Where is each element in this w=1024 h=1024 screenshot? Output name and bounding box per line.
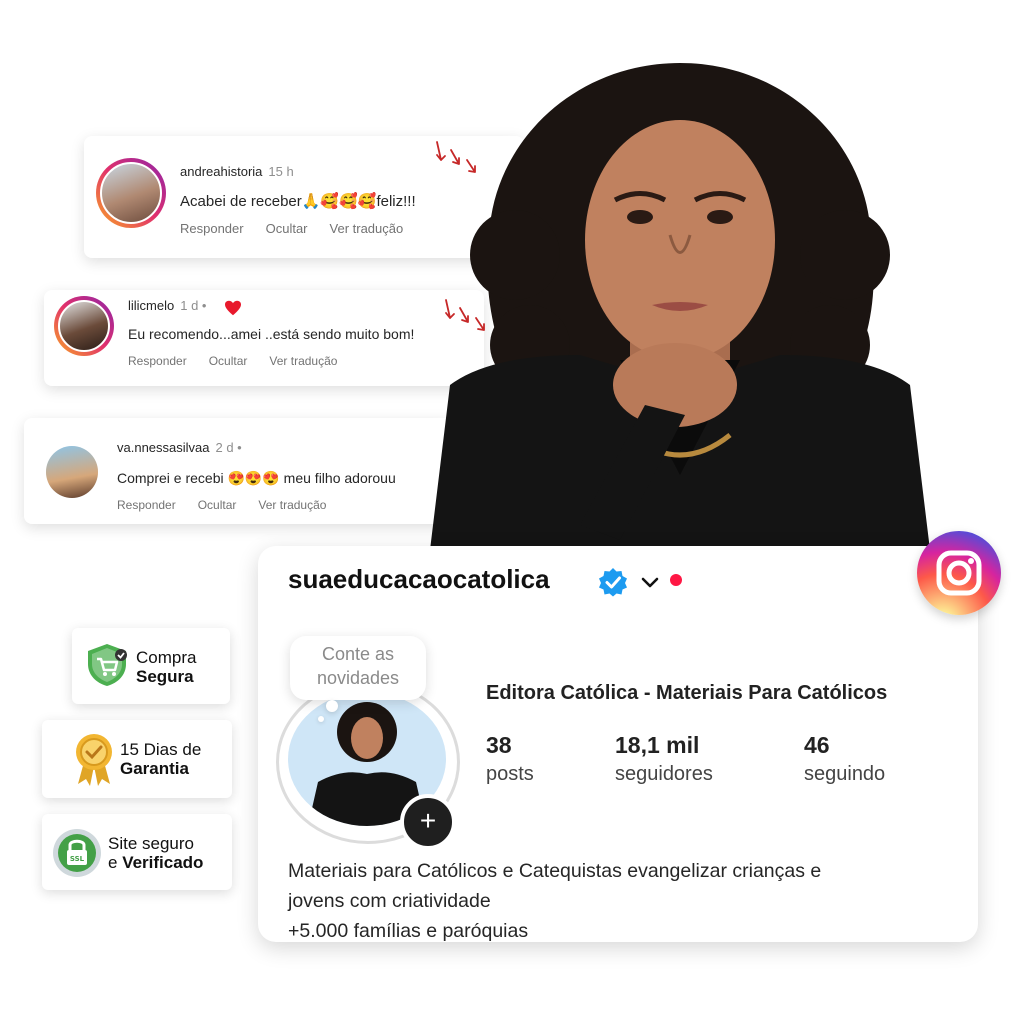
reply-link[interactable]: Responder: [128, 354, 187, 368]
profile-bio: Materiais para Católicos e Catequistas e…: [288, 856, 958, 946]
comment-text: Eu recomendo...amei ..está sendo muito b…: [128, 326, 415, 342]
notification-dot: [670, 574, 682, 586]
ssl-lock-icon: SSL: [53, 829, 101, 877]
stat-following[interactable]: 46 seguindo: [804, 732, 885, 786]
commenter-avatar[interactable]: [96, 158, 166, 228]
comment-time: 1 d •: [180, 298, 207, 313]
bio-line: Materiais para Católicos e Catequistas e…: [288, 860, 822, 882]
stat-followers[interactable]: 18,1 mil seguidores: [615, 732, 713, 786]
commenter-avatar[interactable]: [46, 446, 98, 498]
translate-link[interactable]: Ver tradução: [330, 221, 404, 236]
bubble-tail-dot: [318, 716, 324, 722]
svg-text:SSL: SSL: [70, 855, 85, 863]
badge-compra-segura: Compra Segura: [72, 628, 230, 704]
translate-link[interactable]: Ver tradução: [258, 498, 326, 512]
comment-username[interactable]: andreahistoria: [180, 164, 262, 179]
badge-line1: Compra: [136, 648, 197, 667]
stat-label: posts: [486, 763, 534, 785]
instagram-profile-card: suaeducacaocatolica + Conte as novidades…: [258, 546, 978, 942]
badge-line2: Verificado: [122, 853, 204, 872]
badge-line2-prefix: e: [108, 853, 123, 872]
comment-username[interactable]: lilicmelo: [128, 298, 174, 313]
stat-value: 18,1 mil: [615, 732, 700, 758]
bio-line: jovens com criatividade: [288, 890, 491, 912]
comment-text: Comprei e recebi 😍😍😍 meu filho adorouu: [117, 470, 396, 486]
badge-line2: Segura: [136, 667, 194, 686]
shield-cart-icon: [88, 644, 127, 686]
profile-display-name: Editora Católica - Materiais Para Católi…: [486, 682, 888, 704]
stat-label: seguindo: [804, 763, 886, 785]
comment-card-3: va.nnessasilvaa 2 d • Comprei e recebi 😍😍…: [24, 418, 454, 524]
badge-line2: Garantia: [120, 759, 189, 778]
stat-value: 46: [804, 732, 830, 758]
stat-label: seguidores: [615, 763, 713, 785]
stat-posts[interactable]: 38 posts: [486, 732, 534, 786]
translate-link[interactable]: Ver tradução: [269, 354, 337, 368]
bio-line: +5.000 famílias e paróquias: [288, 920, 529, 942]
heart-icon[interactable]: [224, 300, 242, 316]
note-bubble[interactable]: Conte as novidades: [290, 636, 426, 700]
badge-line1: 15 Dias de: [120, 740, 202, 759]
verified-badge-icon: [599, 568, 627, 597]
gold-medal-icon: [76, 734, 112, 786]
comment-time: 15 h: [268, 164, 294, 179]
reply-link[interactable]: Responder: [180, 221, 244, 236]
badge-site-seguro: SSL Site seguro e Verificado: [42, 814, 232, 890]
instagram-logo-icon: [917, 531, 1001, 615]
comment-card-2: lilicmelo 1 d • Eu recomendo...amei ..est…: [44, 290, 485, 386]
profile-username[interactable]: suaeducacaocatolica: [288, 564, 550, 595]
badge-garantia: 15 Dias de Garantia: [42, 720, 232, 798]
add-story-button[interactable]: +: [400, 794, 456, 850]
woman-portrait-photo: [430, 63, 930, 550]
bubble-tail-dot: [326, 700, 338, 712]
comment-time: 2 d •: [215, 440, 242, 455]
badge-line1: Site seguro: [108, 834, 194, 853]
hide-link[interactable]: Ocultar: [209, 354, 248, 368]
comment-username[interactable]: va.nnessasilvaa: [117, 440, 210, 455]
reply-link[interactable]: Responder: [117, 498, 176, 512]
stat-value: 38: [486, 732, 512, 758]
chevron-down-icon[interactable]: [639, 571, 661, 593]
commenter-avatar[interactable]: [54, 296, 114, 356]
comment-text: Acabei de receber🙏🥰🥰🥰feliz!!!: [180, 193, 416, 210]
hide-link[interactable]: Ocultar: [266, 221, 308, 236]
hide-link[interactable]: Ocultar: [198, 498, 237, 512]
